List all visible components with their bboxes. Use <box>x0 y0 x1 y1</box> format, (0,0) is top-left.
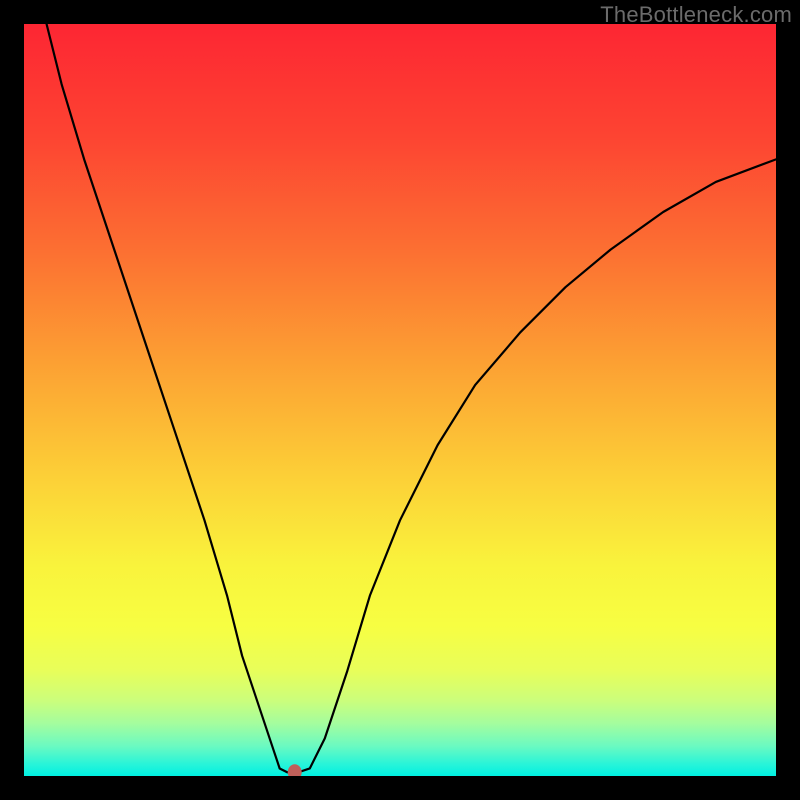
gradient-background <box>24 24 776 776</box>
watermark-text: TheBottleneck.com <box>600 2 792 28</box>
chart-frame <box>24 24 776 776</box>
bottleneck-chart <box>24 24 776 776</box>
